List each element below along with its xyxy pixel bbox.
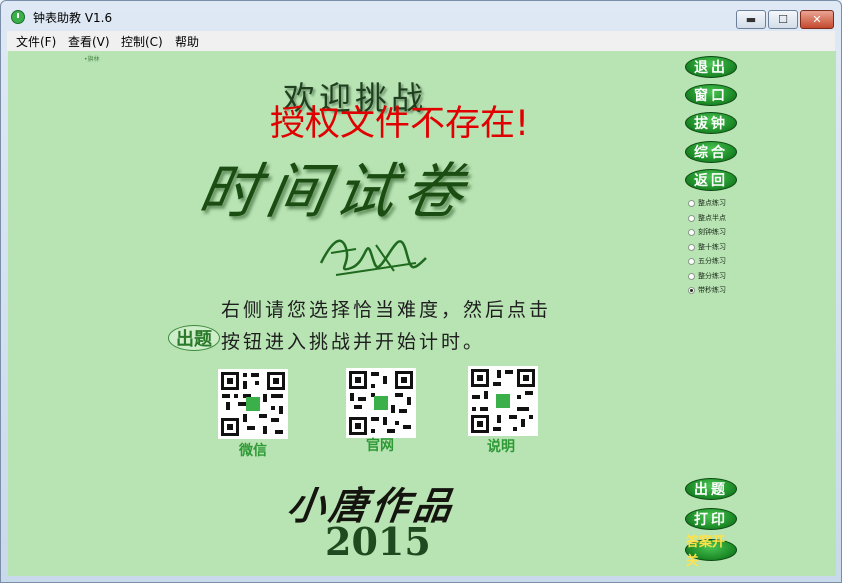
- set-clock-button[interactable]: 拔钟: [685, 112, 737, 134]
- qr-code-wechat: [218, 369, 288, 439]
- window-button[interactable]: 窗口: [685, 84, 737, 106]
- radio-button[interactable]: [688, 199, 695, 207]
- difficulty-option-whole-minute[interactable]: 整分练习: [688, 269, 726, 283]
- answer-toggle-button[interactable]: 答案开关: [685, 535, 737, 569]
- radio-button[interactable]: [688, 214, 695, 222]
- back-button[interactable]: 返回: [685, 169, 737, 191]
- difficulty-option-five-minutes[interactable]: 五分练习: [688, 254, 726, 268]
- minimize-button[interactable]: ▬: [736, 10, 766, 29]
- print-button[interactable]: 打印: [685, 508, 737, 530]
- app-window: 钟表助教 V1.6 ▬ ☐ ✕ 文件(F) 查看(V) 控制(C) 帮助 •旗林…: [0, 0, 842, 583]
- menu-bar: 文件(F) 查看(V) 控制(C) 帮助: [7, 31, 835, 51]
- difficulty-option-hour-half[interactable]: 整点半点: [688, 211, 726, 225]
- title-bar[interactable]: 钟表助教 V1.6 ▬ ☐ ✕: [1, 1, 841, 31]
- qr-label-wechat: 微信: [239, 443, 267, 459]
- menu-file[interactable]: 文件(F): [16, 33, 56, 50]
- difficulty-option-whole-hour[interactable]: 整点练习: [688, 196, 726, 210]
- window-title: 钟表助教 V1.6: [33, 11, 113, 25]
- license-warning: 授权文件不存在!: [270, 104, 530, 144]
- radio-button[interactable]: [688, 228, 695, 236]
- year-label: 2015: [325, 519, 431, 564]
- qr-label-instructions: 说明: [487, 439, 515, 455]
- clock-app-icon: [11, 10, 25, 24]
- difficulty-option-ten-minutes[interactable]: 整十练习: [688, 240, 726, 254]
- tiny-note: •旗林: [84, 56, 100, 63]
- main-panel: •旗林 欢迎挑战 授权文件不存在! 时间试卷 右侧请您选择恰当难度，然后点击 出…: [8, 51, 836, 576]
- inline-start-button-icon: 出题: [168, 325, 220, 351]
- menu-view[interactable]: 查看(V): [68, 33, 110, 50]
- exam-title-calligraphy: 时间试卷: [192, 157, 478, 227]
- radio-button[interactable]: [688, 272, 695, 280]
- radio-button-selected[interactable]: [688, 286, 695, 294]
- exit-button[interactable]: 退出: [685, 56, 737, 78]
- maximize-button[interactable]: ☐: [768, 10, 798, 29]
- instruction-line-2: 按钮进入挑战并开始计时。: [221, 331, 486, 353]
- instruction-line-1: 右侧请您选择恰当难度，然后点击: [221, 299, 552, 321]
- menu-help[interactable]: 帮助: [175, 33, 199, 50]
- difficulty-option-with-seconds[interactable]: 带秒练习: [688, 283, 726, 297]
- radio-button[interactable]: [688, 243, 695, 251]
- radio-button[interactable]: [688, 257, 695, 265]
- comprehensive-button[interactable]: 综合: [685, 141, 737, 163]
- generate-questions-button[interactable]: 出题: [685, 478, 737, 500]
- difficulty-option-quarter[interactable]: 刻钟练习: [688, 225, 726, 239]
- qr-code-instructions: [468, 366, 538, 436]
- menu-control[interactable]: 控制(C): [121, 33, 163, 50]
- qr-label-website: 官网: [366, 438, 394, 454]
- qr-code-website: [346, 368, 416, 438]
- close-button[interactable]: ✕: [800, 10, 834, 29]
- signature-icon: [319, 239, 427, 276]
